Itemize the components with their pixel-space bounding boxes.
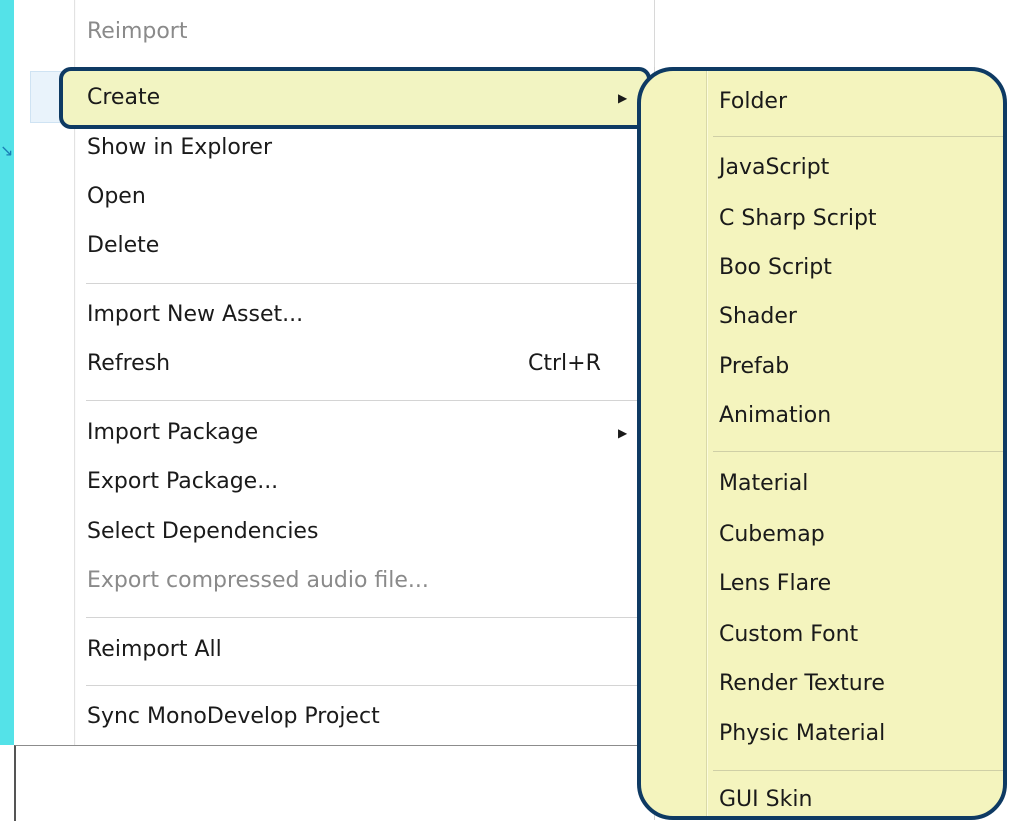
submenu-item-label: GUI Skin (719, 787, 813, 812)
submenu-item-label: Folder (719, 89, 787, 114)
submenu-item-label: Cubemap (719, 522, 825, 547)
menu-separator (86, 283, 648, 284)
menu-item-refresh[interactable]: Refresh Ctrl+R (14, 339, 650, 389)
menu-item-export-compressed-audio: Export compressed audio file... (14, 556, 650, 606)
menu-item-label: Delete (87, 233, 160, 258)
menu-item-label: Export compressed audio file... (87, 568, 429, 593)
submenu-item-folder[interactable]: Folder (641, 79, 1003, 125)
menu-item-label: Refresh (87, 351, 171, 376)
menu-separator (86, 617, 648, 618)
submenu-arrow-icon: ▶ (618, 91, 628, 105)
menu-item-export-package[interactable]: Export Package... (14, 457, 650, 507)
submenu-item-label: Physic Material (719, 721, 886, 746)
submenu-item-prefab[interactable]: Prefab (641, 344, 1003, 390)
submenu-item-label: Boo Script (719, 255, 832, 280)
submenu-arrow-icon: ▶ (618, 426, 628, 440)
menu-item-label: Reimport All (87, 637, 222, 662)
menu-separator (86, 400, 648, 401)
submenu-item-label: JavaScript (719, 155, 830, 180)
submenu-item-label: Custom Font (719, 622, 859, 647)
menu-item-reimport-all[interactable]: Reimport All (14, 625, 650, 675)
submenu-item-cubemap[interactable]: Cubemap (641, 512, 1003, 558)
menu-item-label: Import Package (87, 420, 259, 445)
menu-item-create[interactable]: Create ▶ (14, 73, 650, 123)
menu-item-sync-monodevelop[interactable]: Sync MonoDevelop Project (14, 692, 650, 742)
submenu-separator (713, 451, 1003, 452)
create-submenu: Folder JavaScript C Sharp Script Boo Scr… (637, 67, 1007, 820)
submenu-item-material[interactable]: Material (641, 461, 1003, 507)
menu-separator (86, 685, 648, 686)
context-menu: Reimport Create ▶ Show in Explorer Open … (14, 0, 655, 745)
menu-item-label: Import New Asset... (87, 302, 304, 327)
submenu-item-animation[interactable]: Animation (641, 393, 1003, 439)
submenu-item-label: Material (719, 471, 809, 496)
submenu-item-label: Prefab (719, 354, 790, 379)
pointer-arrow-icon: ↘ (0, 141, 14, 160)
menu-item-show-in-explorer[interactable]: Show in Explorer (14, 123, 650, 173)
menu-item-import-package[interactable]: Import Package ▶ (14, 408, 650, 458)
submenu-item-boo-script[interactable]: Boo Script (641, 245, 1003, 291)
menu-item-label: Create (87, 85, 161, 110)
menu-item-reimport: Reimport (14, 7, 650, 57)
submenu-item-label: Animation (719, 403, 832, 428)
submenu-item-render-texture[interactable]: Render Texture (641, 661, 1003, 707)
menu-item-import-new-asset[interactable]: Import New Asset... (14, 290, 650, 340)
submenu-item-physic-material[interactable]: Physic Material (641, 711, 1003, 757)
side-panel-strip (0, 0, 14, 745)
menu-item-label: Select Dependencies (87, 519, 319, 544)
underlying-panel (14, 745, 656, 821)
submenu-item-lens-flare[interactable]: Lens Flare (641, 561, 1003, 607)
submenu-separator (713, 136, 1003, 137)
submenu-item-label: Lens Flare (719, 571, 832, 596)
menu-item-delete[interactable]: Delete (14, 221, 650, 271)
menu-item-label: Reimport (87, 19, 188, 44)
menu-item-label: Show in Explorer (87, 135, 273, 160)
submenu-item-gui-skin[interactable]: GUI Skin (641, 777, 1003, 816)
submenu-item-custom-font[interactable]: Custom Font (641, 612, 1003, 658)
submenu-item-c-sharp-script[interactable]: C Sharp Script (641, 196, 1003, 242)
submenu-item-label: C Sharp Script (719, 206, 877, 231)
menu-item-label: Open (87, 184, 146, 209)
submenu-item-label: Render Texture (719, 671, 885, 696)
menu-item-open[interactable]: Open (14, 172, 650, 222)
menu-item-label: Sync MonoDevelop Project (87, 704, 380, 729)
menu-item-label: Export Package... (87, 469, 279, 494)
submenu-item-shader[interactable]: Shader (641, 294, 1003, 340)
menu-item-select-dependencies[interactable]: Select Dependencies (14, 507, 650, 557)
submenu-item-label: Shader (719, 304, 797, 329)
submenu-item-javascript[interactable]: JavaScript (641, 145, 1003, 191)
menu-item-shortcut: Ctrl+R (528, 351, 601, 376)
submenu-separator (713, 770, 1003, 771)
